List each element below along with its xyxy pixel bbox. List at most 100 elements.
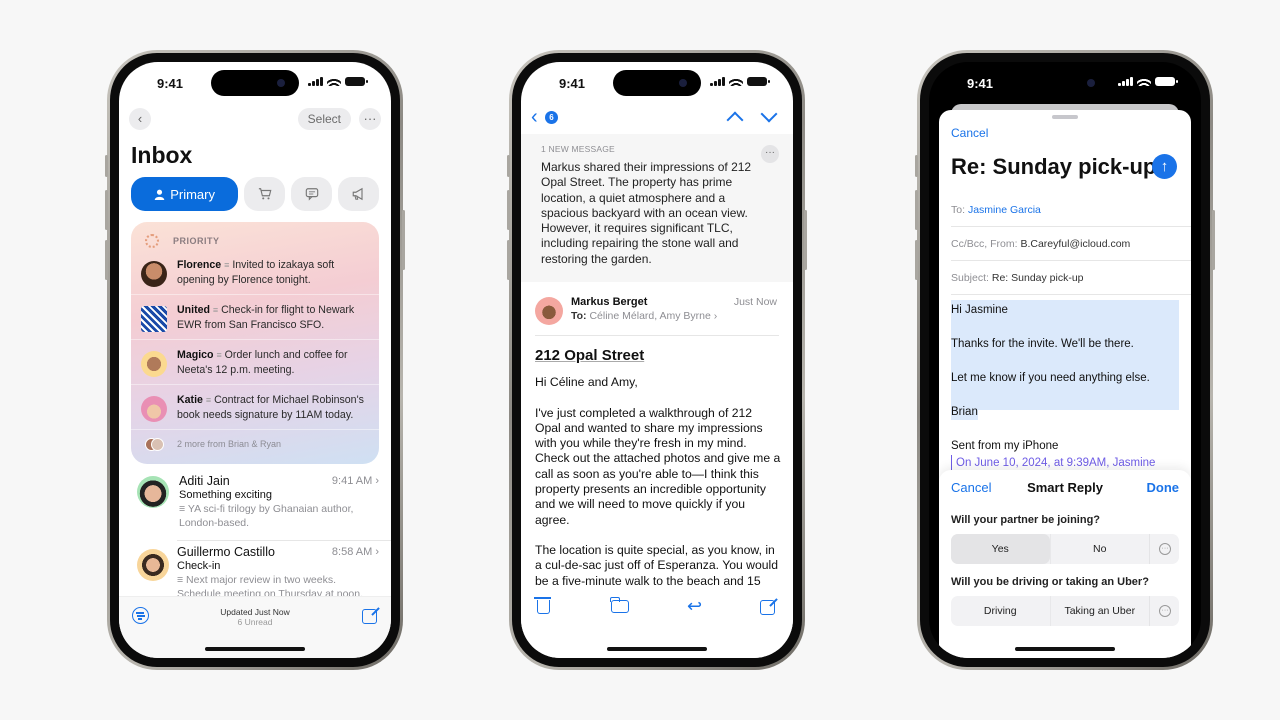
subject-value: Re: Sunday pick-up — [991, 272, 1084, 284]
smart-reply-panel: Smart Reply Cancel Done Will your partne… — [939, 470, 1191, 658]
priority-item[interactable]: Florence ≡ Invited to izakaya soft openi… — [131, 250, 379, 295]
home-indicator — [1015, 647, 1115, 651]
chat-bubble-icon — [305, 188, 318, 201]
unread-badge: 6 — [545, 111, 558, 124]
cc-from-label: Cc/Bcc, From: — [951, 238, 1018, 250]
bottom-toolbar: Updated Just Now 6 Unread — [119, 596, 391, 658]
message-paragraph: The location is quite special, as you kn… — [535, 542, 778, 588]
action-button — [105, 155, 108, 177]
compose-icon[interactable] — [362, 609, 377, 624]
ellipsis-icon[interactable]: ··· — [761, 145, 779, 163]
tab-promotions[interactable] — [338, 177, 380, 211]
priority-more[interactable]: 2 more from Brian & Ryan — [131, 430, 379, 458]
chevron-right-icon: › — [375, 475, 379, 487]
message-time: 9:41 AM — [331, 475, 373, 487]
tab-primary[interactable]: Primary — [131, 177, 239, 211]
sender-header: Markus Berget To: Céline Mélard, Amy Byr… — [535, 290, 779, 336]
message-toolbar: ↩ — [521, 588, 793, 658]
inbox-nav-bar: ‹ Select ··· — [129, 108, 381, 132]
tab-updates[interactable] — [291, 177, 333, 211]
compose-body[interactable]: Hi Jasmine Thanks for the invite. We'll … — [951, 300, 1179, 486]
side-button — [402, 210, 405, 270]
more-options-button[interactable]: ··· — [1149, 596, 1179, 626]
smart-reply-done-button[interactable]: Done — [1147, 480, 1180, 495]
status-bar: 9:41 — [929, 62, 1201, 102]
ellipsis-icon[interactable]: ··· — [359, 108, 381, 130]
wifi-icon — [327, 76, 341, 86]
send-button[interactable]: ↑ — [1152, 154, 1177, 179]
cart-icon — [258, 188, 272, 200]
priority-sender: Magico — [177, 349, 214, 361]
chevron-down-icon[interactable] — [760, 105, 778, 123]
side-button — [804, 210, 807, 270]
smart-reply-cancel-button[interactable]: Cancel — [951, 480, 991, 495]
megaphone-icon — [352, 187, 363, 201]
message-body: 212 Opal Street Hi Céline and Amy, I've … — [535, 348, 781, 604]
sender-name: Markus Berget — [571, 296, 648, 308]
option-yes[interactable]: Yes — [951, 534, 1050, 564]
sheet-grabber[interactable] — [1052, 115, 1078, 119]
summary-label: 1 NEW MESSAGE — [541, 144, 615, 154]
select-button[interactable]: Select — [297, 108, 351, 130]
priority-sender: Katie — [177, 394, 203, 406]
priority-item[interactable]: Katie ≡ Contract for Michael Robinson's … — [131, 385, 379, 430]
cellular-signal-icon — [710, 76, 725, 86]
signature: Sent from my iPhone — [951, 440, 1059, 452]
action-button — [915, 155, 918, 177]
inbox-screen: 9:41 ‹ Select ··· Inbox Primary PRIORITY… — [119, 62, 391, 658]
message-list: Aditi Jain 9:41 AM › Something exciting … — [119, 470, 391, 610]
priority-item[interactable]: Magico ≡ Order lunch and coffee for Neet… — [131, 340, 379, 385]
recipients[interactable]: Céline Mélard, Amy Byrne — [589, 310, 710, 322]
subject-field[interactable]: Subject: Re: Sunday pick-up — [951, 261, 1191, 295]
unread-count: 6 Unread — [237, 617, 273, 627]
status-bar: 9:41 — [119, 62, 391, 102]
message-screen: 9:41 ‹ 6 1 NEW MESSAGE ··· Markus shared… — [521, 62, 793, 658]
to-label: To: — [571, 310, 587, 322]
tab-transactions[interactable] — [244, 177, 286, 211]
to-field[interactable]: To: Jasmine Garcia — [951, 193, 1191, 227]
apple-intelligence-icon — [145, 234, 159, 248]
phone-compose: 9:41 Cancel Re: Sunday pick-up ↑ To: Jas… — [915, 50, 1215, 670]
more-options-button[interactable]: ··· — [1149, 534, 1179, 564]
status-bar: 9:41 — [521, 62, 793, 102]
message-nav-bar: ‹ 6 — [521, 105, 793, 132]
compose-icon[interactable] — [760, 600, 775, 615]
side-button — [1212, 210, 1215, 270]
option-no[interactable]: No — [1049, 534, 1150, 564]
chevron-right-icon: › — [375, 546, 379, 558]
home-indicator — [607, 647, 707, 651]
to-recipient[interactable]: Jasmine Garcia — [968, 204, 1041, 216]
status-time: 9:41 — [967, 76, 994, 91]
priority-item[interactable]: United ≡ Check-in for flight to Newark E… — [131, 295, 379, 340]
message-subject: Check-in — [177, 560, 221, 572]
phone-message: 9:41 ‹ 6 1 NEW MESSAGE ··· Markus shared… — [507, 50, 807, 670]
message-greeting: Hi Céline and Amy, — [535, 375, 638, 390]
summary-icon: ≡ — [224, 260, 230, 270]
message-row[interactable]: Aditi Jain 9:41 AM › Something exciting … — [119, 470, 391, 540]
compose-title: Re: Sunday pick-up — [951, 154, 1157, 179]
volume-up-button — [915, 190, 918, 230]
cellular-signal-icon — [308, 76, 323, 86]
chevron-left-icon[interactable]: ‹ — [531, 106, 538, 128]
option-uber[interactable]: Taking an Uber — [1049, 596, 1150, 626]
body-line: Brian — [951, 404, 978, 420]
smart-reply-question: Will your partner be joining? — [951, 514, 1101, 526]
wifi-icon — [1137, 76, 1151, 86]
folder-icon[interactable] — [610, 597, 629, 613]
chevron-up-icon[interactable] — [726, 111, 744, 129]
ellipsis-circle-icon: ··· — [1159, 543, 1171, 555]
chevron-right-icon: › — [713, 310, 718, 322]
update-status: Updated Just Now — [220, 607, 290, 617]
cancel-button[interactable]: Cancel — [951, 126, 988, 140]
trash-icon[interactable] — [534, 597, 551, 614]
reply-icon[interactable]: ↩ — [687, 597, 705, 615]
subject-label: Subject: — [951, 272, 989, 284]
option-driving[interactable]: Driving — [951, 596, 1050, 626]
summary-icon: ≡ — [177, 574, 187, 586]
cc-from-field[interactable]: Cc/Bcc, From: B.Careyful@icloud.com — [951, 227, 1191, 261]
message-summary: 1 NEW MESSAGE ··· Markus shared their im… — [521, 134, 793, 282]
volume-up-button — [105, 190, 108, 230]
chevron-left-icon[interactable]: ‹ — [129, 108, 151, 130]
arrow-up-icon: ↑ — [1160, 158, 1169, 175]
avatar — [141, 261, 167, 287]
